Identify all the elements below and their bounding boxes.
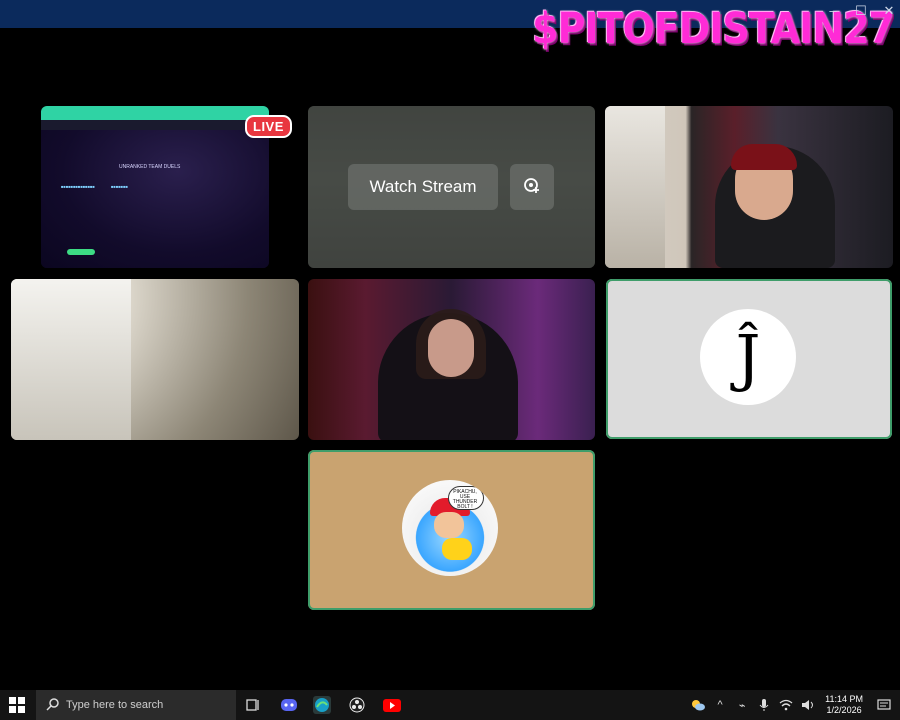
popout-button[interactable] [510, 164, 554, 210]
volume-icon[interactable] [800, 697, 816, 713]
task-view-icon[interactable] [244, 696, 262, 714]
watch-stream-button[interactable]: Watch Stream [348, 164, 498, 210]
chevron-up-icon[interactable]: ^ [712, 697, 728, 713]
wifi-icon[interactable] [778, 697, 794, 713]
shared-green-button [67, 249, 95, 255]
edge-icon[interactable] [313, 696, 331, 714]
participant-avatar-tile[interactable]: PIKACHU, USE THUNDER BOLT ! [308, 450, 595, 610]
shared-browser-tabs [41, 106, 269, 120]
room-wall [11, 279, 131, 440]
shared-address-bar [41, 120, 269, 130]
participant-video-tile[interactable] [308, 279, 595, 440]
youtube-icon[interactable] [383, 696, 401, 714]
weather-icon[interactable] [690, 697, 706, 713]
shared-page-title: UNRANKED TEAM DUELS [119, 164, 181, 170]
mic-icon[interactable] [756, 697, 772, 713]
maximize-icon[interactable]: ☐ [854, 4, 868, 18]
discord-icon[interactable] [280, 696, 298, 714]
shared-player-name: ■■■■■■■■■■■■■■ [61, 184, 95, 189]
window-controls: – ☐ ✕ [826, 4, 896, 18]
close-icon[interactable]: ✕ [882, 4, 896, 18]
watch-stream-tile[interactable]: Watch Stream [308, 106, 595, 268]
shared-player-name: ■■■■■■■ [111, 184, 128, 189]
notifications-icon[interactable] [876, 697, 892, 713]
participant-video-tile[interactable] [605, 106, 893, 268]
popout-icon [522, 175, 542, 200]
minimize-icon[interactable]: – [826, 4, 840, 18]
network-icon[interactable]: ⌁ [734, 697, 750, 713]
screen-share-tile[interactable]: UNRANKED TEAM DUELS ■■■■■■■■■■■■■■ ■■■■■… [41, 106, 269, 268]
live-badge: LIVE [245, 115, 292, 138]
windows-icon [9, 697, 25, 713]
shared-page [41, 130, 269, 268]
avatar-pikachu [442, 538, 472, 560]
avatar-letter: Ĵ [735, 320, 761, 394]
avatar: Ĵ [700, 309, 796, 405]
participant-video-tile[interactable] [11, 279, 299, 440]
clock-date: 1/2/2026 [826, 705, 862, 715]
participant-hat [731, 144, 797, 170]
avatar-face [434, 512, 464, 538]
windows-taskbar: Type here to search ^ ⌁ 11:14 PM 1/2/202… [0, 690, 900, 720]
search-placeholder: Type here to search [66, 699, 164, 711]
taskbar-clock[interactable]: 11:14 PM 1/2/2026 [825, 694, 863, 716]
search-icon [46, 697, 60, 714]
clock-time: 11:14 PM [825, 694, 863, 704]
system-tray: ^ ⌁ 11:14 PM 1/2/2026 [687, 690, 900, 720]
participant-avatar-tile[interactable]: Ĵ [606, 279, 892, 439]
speech-bubble-text: PIKACHU, USE THUNDER BOLT ! [452, 489, 478, 510]
avatar: PIKACHU, USE THUNDER BOLT ! [402, 480, 498, 576]
taskbar-search[interactable]: Type here to search [36, 690, 236, 720]
obs-icon[interactable] [348, 696, 366, 714]
participant-face [428, 319, 474, 377]
room-door [605, 106, 665, 268]
start-button[interactable] [8, 696, 26, 714]
